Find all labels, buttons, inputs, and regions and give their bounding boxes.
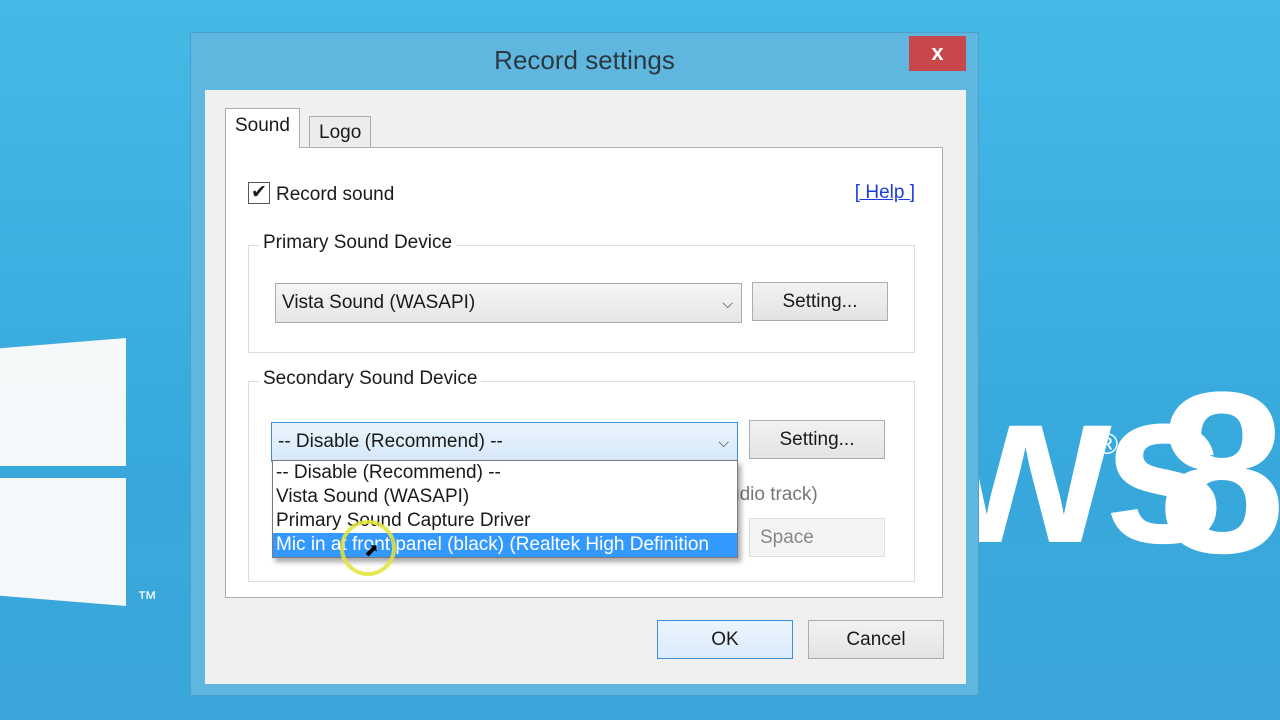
dialog-client: Sound Logo ✔ Record sound [ Help ] Prima… bbox=[205, 90, 966, 684]
close-button[interactable]: x bbox=[909, 36, 966, 71]
chevron-down-icon: ⌵ bbox=[718, 434, 729, 450]
windows-logo-pane-top bbox=[0, 338, 126, 466]
version-text: 8 bbox=[1158, 344, 1280, 601]
ok-button[interactable]: OK bbox=[657, 620, 793, 659]
dropdown-option[interactable]: -- Disable (Recommend) -- bbox=[273, 461, 737, 485]
trademark-text: ™ bbox=[137, 588, 157, 610]
record-settings-dialog: Record settings x Sound Logo ✔ Record so… bbox=[190, 32, 979, 696]
registered-mark: ® bbox=[1096, 428, 1119, 461]
record-sound-label: Record sound bbox=[276, 184, 395, 205]
record-sound-checkbox[interactable]: ✔ bbox=[248, 182, 270, 204]
dropdown-option[interactable]: Vista Sound (WASAPI) bbox=[273, 485, 737, 509]
secondary-device-select[interactable]: -- Disable (Recommend) -- ⌵ bbox=[271, 422, 738, 462]
hotkey-field[interactable]: Space bbox=[749, 518, 885, 557]
primary-group-label: Primary Sound Device bbox=[259, 232, 457, 254]
primary-setting-button[interactable]: Setting... bbox=[752, 282, 888, 321]
tab-sound[interactable]: Sound bbox=[225, 108, 300, 148]
mouse-pointer-icon: ⬈ bbox=[364, 540, 380, 560]
primary-selected-value: Vista Sound (WASAPI) bbox=[282, 292, 476, 313]
windows-logo-pane-bottom bbox=[0, 478, 126, 606]
secondary-group-label: Secondary Sound Device bbox=[259, 368, 482, 390]
secondary-setting-button[interactable]: Setting... bbox=[749, 420, 885, 459]
secondary-selected-value: -- Disable (Recommend) -- bbox=[278, 431, 503, 452]
dropdown-option[interactable]: Primary Sound Capture Driver bbox=[273, 509, 737, 533]
separate-track-label: udio track) bbox=[729, 484, 818, 505]
help-link[interactable]: [ Help ] bbox=[855, 182, 915, 204]
primary-device-select[interactable]: Vista Sound (WASAPI) ⌵ bbox=[275, 283, 742, 323]
tab-logo[interactable]: Logo bbox=[309, 116, 372, 148]
cancel-button[interactable]: Cancel bbox=[808, 620, 944, 659]
dialog-title: Record settings bbox=[494, 45, 675, 75]
primary-sound-group: Primary Sound Device Vista Sound (WASAPI… bbox=[248, 232, 915, 353]
chevron-down-icon: ⌵ bbox=[722, 295, 733, 311]
